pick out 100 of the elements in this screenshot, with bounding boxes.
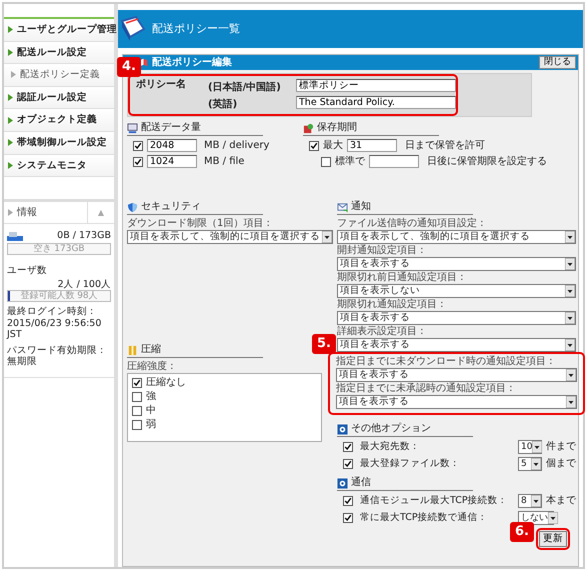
step-badge: 6. <box>510 522 534 542</box>
caret-icon <box>565 312 575 324</box>
triangle-icon <box>8 116 13 124</box>
caret-icon <box>531 458 541 470</box>
shield-icon <box>127 202 138 212</box>
caret-icon <box>548 512 558 524</box>
field-label: ダウンロード制限（1回）項目 : <box>127 218 271 230</box>
password-label: パスワード有効期限 : <box>7 344 104 356</box>
dropdown[interactable]: 項目を表示する <box>336 368 577 382</box>
option-label: 標準で <box>335 156 365 168</box>
checkbox[interactable] <box>321 156 331 166</box>
input-field[interactable]: 2048 <box>147 139 197 152</box>
input-field[interactable]: 1024 <box>147 155 197 168</box>
unit-label: 本まで <box>546 495 576 507</box>
disk-usage: 0B / 173GB <box>57 230 111 242</box>
dropdown[interactable]: 10 <box>518 440 542 454</box>
update-button[interactable]: 更新 <box>539 531 567 547</box>
dropdown[interactable]: 項目を表示する <box>337 257 576 271</box>
option-label: 通信モジュール最大TCP接続数 : <box>360 495 505 507</box>
caret-icon <box>531 495 541 507</box>
checkbox[interactable] <box>133 140 143 150</box>
checkbox[interactable] <box>132 378 142 388</box>
info-title: 情報 <box>17 206 37 219</box>
language-label: (英語) <box>208 99 238 111</box>
unit-label: 個まで <box>546 458 576 470</box>
dropdown[interactable]: 項目を表示して、強制的に項目を選択する <box>337 230 576 244</box>
password-expiry: 無期限 <box>7 356 38 368</box>
triangle-icon <box>8 26 13 34</box>
section-title: 配送データ量 <box>141 122 201 134</box>
checkbox[interactable] <box>343 496 353 506</box>
bar-label: 登録可能人数 98人 <box>19 291 99 302</box>
caret-icon <box>565 285 575 297</box>
section-title: その他オプション <box>351 423 431 435</box>
option-label: 最大 <box>323 140 343 152</box>
checkbox[interactable] <box>133 156 143 166</box>
dropdown[interactable]: 項目を表示しない <box>337 284 576 298</box>
input-field[interactable]: 標準ポリシー <box>296 79 456 92</box>
monitor-icon <box>127 122 138 134</box>
option-label: 弱 <box>146 419 156 431</box>
dropdown[interactable]: 項目を表示して、強制的に項目を選択する <box>127 230 333 244</box>
field-label: ポリシー名 <box>136 79 187 92</box>
unit-label: MB / file <box>204 156 244 168</box>
field-label: 詳細表示設定項目 : <box>337 326 425 338</box>
last-login-time: 2015/06/23 9:56:50 JST <box>7 318 102 340</box>
option-label: 最大宛先数 : <box>360 441 418 453</box>
dropdown[interactable]: 項目を表示する <box>337 338 576 352</box>
mail-icon <box>337 202 348 212</box>
section-title: 保存期間 <box>317 122 357 134</box>
field-label: 指定日までに未ダウンロード時の通知設定項目 : <box>336 356 554 368</box>
field-label: ファイル送信時の通知項目設定 : <box>337 218 485 230</box>
option-label: 日後に保管期限を設定する <box>427 156 547 168</box>
option-label: 圧縮なし <box>146 377 186 389</box>
option-label: 最大登録ファイル数 : <box>360 458 458 470</box>
page-title: 配送ポリシー一覧 <box>152 22 240 36</box>
option-label: 強 <box>146 391 156 403</box>
caret-icon <box>322 231 332 243</box>
settings-icon <box>337 478 348 488</box>
input-field[interactable] <box>369 155 419 168</box>
last-login-label: 最終ログイン時刻 : <box>7 306 94 318</box>
option-label: 常に最大TCP接続数で通信 : <box>360 512 485 524</box>
step-badge: 5. <box>312 334 336 354</box>
triangle-icon <box>8 162 13 169</box>
field-label: 期限切れ前日通知設定項目 : <box>337 272 465 284</box>
dropdown[interactable]: 8 <box>518 494 542 508</box>
checkbox[interactable] <box>132 406 142 416</box>
disk-icon <box>7 230 23 242</box>
dropdown[interactable]: 項目を表示する <box>337 311 576 325</box>
checkbox[interactable] <box>132 420 142 430</box>
checkbox[interactable] <box>343 459 353 469</box>
step-badge: 4. <box>117 57 141 77</box>
caret-icon <box>565 231 575 243</box>
book-icon <box>120 15 146 43</box>
triangle-icon <box>8 139 13 146</box>
close-button[interactable]: 閉じる <box>539 56 576 69</box>
input-field[interactable]: 31 <box>347 139 397 152</box>
dropdown[interactable]: 5 <box>518 457 542 471</box>
checkbox[interactable] <box>343 442 353 452</box>
section-title: セキュリティ <box>141 201 201 213</box>
checkbox[interactable] <box>309 140 319 150</box>
zip-icon <box>127 344 138 356</box>
field-label: 指定日までに未承認時の通知設定項目 : <box>336 383 514 395</box>
panel-title: 配送ポリシー編集 <box>152 56 232 68</box>
language-label: (日本語/中国語) <box>208 82 282 94</box>
unit-label: 件まで <box>546 441 576 453</box>
bar-label: 空き 173GB <box>32 244 86 254</box>
triangle-icon <box>11 71 16 78</box>
input-field[interactable]: The Standard Policy. <box>296 96 456 109</box>
section-title: 通知 <box>351 201 371 213</box>
triangle-icon <box>8 209 13 216</box>
menu-item[interactable]: 配送ルール設定 <box>4 42 114 64</box>
field-label: 開封通知設定項目 : <box>337 245 425 257</box>
menu-item[interactable]: システムモニタ <box>4 154 114 178</box>
checkbox[interactable] <box>343 513 353 523</box>
dropdown[interactable]: 項目を表示する <box>336 395 577 409</box>
checkbox[interactable] <box>132 392 142 402</box>
caret-icon <box>565 339 575 351</box>
users-count: 2人 / 100人 <box>56 278 111 290</box>
users-label: ユーザ数 <box>7 264 48 276</box>
section-title: 通信 <box>351 477 371 489</box>
option-label: 日まで保管を許可 <box>405 140 485 152</box>
